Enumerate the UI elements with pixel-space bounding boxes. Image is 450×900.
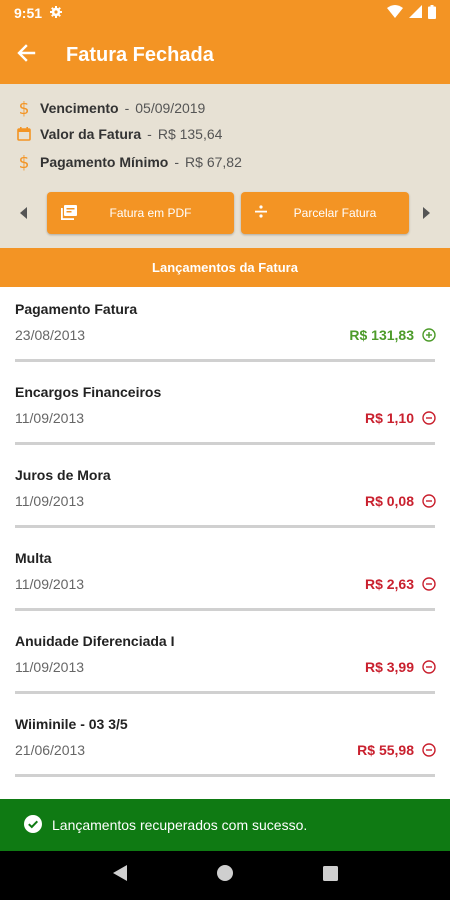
list-item[interactable]: Juros de Mora 11/09/2013 R$ 0,08 (0, 453, 450, 536)
transaction-date: 11/09/2013 (15, 659, 85, 675)
transaction-amount: R$ 0,08 (364, 493, 414, 509)
minimum-payment-row: $ Pagamento Mínimo - R$ 67,82 (16, 153, 242, 171)
transaction-name: Pagamento Fatura (15, 301, 138, 317)
transaction-amount: R$ 55,98 (357, 742, 414, 758)
transaction-name: Juros de Mora (15, 467, 111, 483)
divider (15, 691, 435, 694)
svg-text:$: $ (19, 99, 30, 117)
due-date-row: $ Vencimento - 05/09/2019 (16, 99, 206, 117)
back-arrow-icon[interactable] (16, 43, 36, 68)
list-item[interactable]: Encargos Financeiros 11/09/2013 R$ 1,10 (0, 370, 450, 453)
section-header: Lançamentos da Fatura (0, 248, 450, 287)
due-date-value: 05/09/2019 (135, 100, 206, 116)
minus-circle-icon (422, 494, 436, 513)
pdf-invoice-button[interactable]: Fatura em PDF (47, 192, 234, 234)
wifi-icon (387, 5, 403, 21)
transaction-amount: R$ 2,63 (364, 576, 414, 592)
snackbar-message: Lançamentos recuperados com sucesso. (52, 817, 308, 833)
dollar-icon: $ (16, 153, 32, 171)
minus-circle-icon (422, 660, 436, 679)
transaction-amount: R$ 1,10 (364, 410, 414, 426)
status-bar: 9:51 (0, 0, 450, 26)
minus-circle-icon (422, 411, 436, 430)
minus-circle-icon (422, 577, 436, 596)
transaction-date: 21/06/2013 (15, 742, 86, 758)
settings-icon (50, 5, 63, 21)
transaction-name: Encargos Financeiros (15, 384, 162, 400)
dollar-icon: $ (16, 99, 32, 117)
transaction-name: Multa (15, 550, 52, 566)
nav-recents-icon[interactable] (322, 865, 338, 886)
minimum-payment-value: R$ 67,82 (185, 154, 242, 170)
chevron-right-icon[interactable] (414, 192, 438, 234)
divider (15, 608, 435, 611)
app-bar: Fatura Fechada (0, 26, 450, 84)
chevron-left-icon[interactable] (12, 192, 36, 234)
divider (15, 774, 435, 777)
success-snackbar: Lançamentos recuperados com sucesso. (0, 799, 450, 851)
due-date-label: Vencimento (40, 100, 119, 116)
list-item[interactable]: Multa 11/09/2013 R$ 2,63 (0, 536, 450, 619)
svg-text:$: $ (19, 153, 30, 171)
action-buttons-row: Fatura em PDF Parcelar Fatura (0, 192, 450, 234)
separator: - (124, 100, 130, 116)
transaction-name: Anuidade Diferenciada I (15, 633, 175, 649)
minus-circle-icon (422, 743, 436, 762)
transaction-date: 11/09/2013 (15, 576, 85, 592)
nav-back-icon[interactable] (112, 865, 127, 886)
battery-icon (428, 4, 436, 22)
status-time: 9:51 (14, 5, 43, 21)
pdf-icon (61, 205, 77, 223)
transaction-name: Wiiminile - 03 3/5 (15, 716, 128, 732)
transaction-date: 23/08/2013 (15, 327, 86, 343)
divider (15, 442, 435, 445)
transaction-amount: R$ 131,83 (349, 327, 414, 343)
transaction-date: 11/09/2013 (15, 410, 85, 426)
invoice-value-row: Valor da Fatura - R$ 135,64 (16, 126, 222, 142)
installment-invoice-button[interactable]: Parcelar Fatura (241, 192, 409, 234)
list-item[interactable]: Wiiminile - 03 3/5 21/06/2013 R$ 55,98 (0, 702, 450, 785)
minimum-payment-label: Pagamento Mínimo (40, 154, 169, 170)
transactions-list: Pagamento Fatura 23/08/2013 R$ 131,83 Encar… (0, 287, 450, 785)
divider (15, 359, 435, 362)
list-item[interactable]: Anuidade Diferenciada I 11/09/2013 R$ 3,99 (0, 619, 450, 702)
separator: - (174, 154, 180, 170)
calendar-icon (16, 127, 32, 141)
separator: - (147, 126, 152, 142)
signal-icon (409, 5, 422, 21)
invoice-value-label: Valor da Fatura (40, 126, 142, 142)
transaction-amount: R$ 3,99 (364, 659, 414, 675)
plus-circle-icon (422, 328, 436, 347)
check-circle-icon (24, 814, 42, 836)
list-item[interactable]: Pagamento Fatura 23/08/2013 R$ 131,83 (0, 287, 450, 370)
invoice-value: R$ 135,64 (157, 126, 223, 142)
transaction-date: 11/09/2013 (15, 493, 85, 509)
system-navigation-bar (0, 851, 450, 900)
divider (15, 525, 435, 528)
divide-icon (255, 205, 267, 221)
nav-home-icon[interactable] (216, 865, 233, 886)
page-title: Fatura Fechada (66, 43, 214, 66)
